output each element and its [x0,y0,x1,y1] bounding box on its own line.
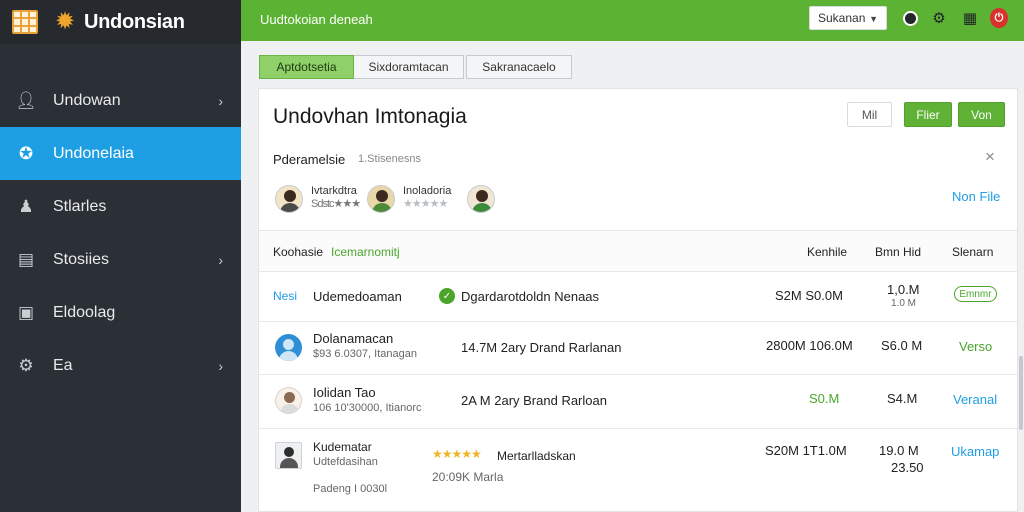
avatar [275,387,302,414]
filter-button[interactable]: Flier [904,102,952,127]
row-status[interactable]: Veranal [953,392,997,407]
header-c1[interactable]: Kenhile [807,245,847,259]
row-desc: Dgardarotdoldn Nenaas [461,289,600,304]
avatar [467,185,495,213]
person-icon: 👤︎ [15,90,37,110]
sidebar-item-label: Undonelaia [53,144,134,162]
tab-2[interactable]: Sixdoramtacan [354,55,464,79]
header-c2[interactable]: Bmn Hid [875,245,921,259]
reviewer-rating: ★★★★★ [403,198,448,210]
reviewer-name: Inoladoria [403,185,452,197]
chevron-right-icon: › [218,92,223,109]
row-v1: S2M S0.0M [775,288,843,303]
scrollbar[interactable] [1019,356,1023,430]
page-title: Undovhan Imtonagia [273,105,467,128]
sidebar-item-label: Undowan [53,91,121,109]
row-v2: S6.0 M [881,338,923,353]
params-count: 1.Stisenesns [358,153,421,165]
sidebar-item-3[interactable]: ♟ Stlarles [0,180,241,233]
logo-sun-icon: ✹ [54,8,76,35]
sidebar-item-label: Eldoolag [53,303,116,321]
row-sub: 106 10'30000, Itianorc [313,402,422,414]
row-status[interactable]: Verso [959,339,992,354]
row-v1: S20M 1T1.0M [765,443,847,458]
row-v1: S0.M [809,391,840,406]
row-tag[interactable]: Nesi [273,289,297,303]
table-row[interactable]: Dolanamacan $93 6.0307, Itanagan 14.7M 2… [259,322,1017,375]
header-name[interactable]: Koohasie [273,245,323,259]
inbox-icon: ▣ [17,302,35,322]
min-button[interactable]: Mil [847,102,892,127]
power-icon[interactable]: ⏻ [990,8,1008,28]
sidebar-item-label: Stosiies [53,250,110,268]
settings-icon[interactable]: ⚙ [930,9,948,27]
params-label: Pderamelsie [273,152,346,167]
table-row[interactable]: Kudematar Udtefdasihan ★★★★★ Mertarllads… [259,429,1017,512]
status-badge[interactable]: Emnmr [954,286,997,302]
close-icon[interactable]: × [985,147,995,167]
top-bar: Uudtokoian deneah Sukanan ▼ ⚙ ▦ ⏻ [241,0,1024,41]
logo-row[interactable]: ✹ Undonsian [0,0,241,44]
sidebar-item-5[interactable]: ▣ Eldoolag [0,286,241,339]
document-icon: ▤ [17,249,35,269]
people-icon: ♟ [18,196,34,216]
tab-3[interactable]: Sakranacaelo [466,55,572,79]
more-file-link[interactable]: Non File [952,189,1000,204]
sidebar-item-4[interactable]: ▤ Stosiies › [0,233,241,286]
table-header: Koohasie Icemarnomitj Kenhile Bmn Hid Sl… [259,230,1017,272]
caret-down-icon: ▼ [869,14,878,24]
main-card: Undovhan Imtonagia Mil Flier Von Pderame… [258,88,1018,512]
topbar-title: Uudtokoian deneah [260,12,373,27]
rating-stars: ★★★★★ [432,447,482,461]
row-v2b: 23.50 [891,460,924,475]
row-v2b: 1.0 M [891,298,917,309]
avatar [275,185,303,213]
select-value: Sukanan [818,11,866,25]
sidebar-item-1[interactable]: 👤︎ Undowan › [0,74,241,127]
header-category[interactable]: Icemarnomitj [331,245,400,259]
row-v1: 2800M 106.0M [766,338,853,353]
sidebar-item-label: Stlarles [53,197,107,215]
row-sub: $93 6.0307, Itanagan [313,348,417,360]
sidebar: ✹ Undonsian 👤︎ Undowan › ✪ Undonelaia ♟ … [0,0,241,512]
row-desc: 14.7M 2ary Drand Rarlanan [461,340,622,355]
row-sub2: Padeng I 0030l [313,483,388,495]
table-row[interactable]: Nesi Udemedoaman ✓ Dgardarotdoldn Nenaas… [259,272,1017,322]
chevron-right-icon: › [218,357,223,374]
gear-icon: ⚙ [18,355,34,375]
badge-icon: ✪ [18,143,34,163]
sidebar-item-2-active[interactable]: ✪ Undonelaia [0,127,241,180]
app-name: Undonsian [84,10,185,33]
header-c3[interactable]: Slenarn [952,245,993,259]
avatar [367,185,395,213]
sidebar-item-6[interactable]: ⚙ Ea › [0,339,241,392]
row-name: Kudematar [313,440,372,454]
row-v2: S4.M [887,391,918,406]
avatar [275,442,302,469]
row-desc2: 20:09K Marla [432,470,504,484]
check-icon: ✓ [439,288,455,304]
row-name: Iolidan Tao [313,385,376,400]
chevron-right-icon: › [218,251,223,268]
top-select[interactable]: Sukanan ▼ [809,6,887,30]
apps-icon[interactable]: ▦ [961,9,979,27]
tab-bar: Aptdotsetia Sixdoramtacan Sakranacaelo [259,55,572,79]
row-desc: Mertarlladskan [497,449,576,463]
row-status[interactable]: Ukamap [951,444,999,459]
sidebar-item-label: Ea [53,356,73,374]
avatar [275,334,302,361]
row-sub: Udtefdasihan [313,456,378,468]
row-v2: 19.0 M [879,443,919,458]
tab-1[interactable]: Aptdotsetia [259,55,354,79]
row-name: Dolanamacan [313,331,394,346]
user-icon[interactable] [901,9,919,27]
app-grid-icon [12,10,38,34]
table-row[interactable]: Iolidan Tao 106 10'30000, Itianorc 2A M … [259,375,1017,429]
row-v2: 1,0.M [887,282,920,297]
row-desc: 2A M 2ary Brand Rarloan [461,393,607,408]
new-button[interactable]: Von [958,102,1005,127]
sidebar-nav: 👤︎ Undowan › ✪ Undonelaia ♟ Stlarles ▤ S… [0,74,241,392]
row-name: Udemedoaman [313,289,402,304]
